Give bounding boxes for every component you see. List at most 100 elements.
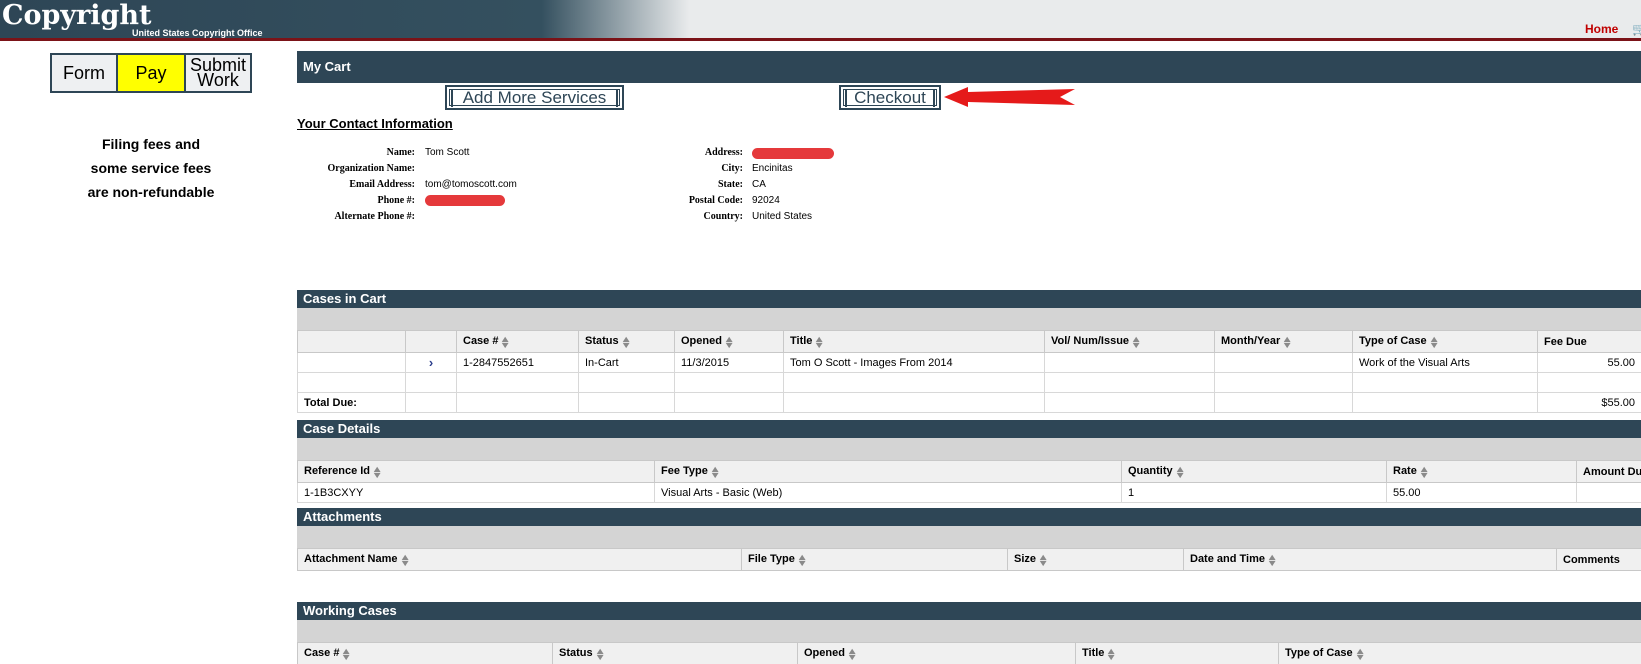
- empty-cell: [1044, 372, 1215, 393]
- sort-icon[interactable]: ▲ ▼: [1174, 464, 1187, 479]
- column-label: Rate: [1393, 465, 1417, 478]
- title-header[interactable]: Title ▲ ▼: [1075, 642, 1279, 664]
- column-label: Comments: [1563, 553, 1620, 566]
- title-header[interactable]: Title ▲ ▼: [783, 330, 1045, 353]
- case-details-toolbar: [297, 438, 1641, 460]
- copyright-logo[interactable]: Copyright: [2, 0, 152, 31]
- working-cases-table: Case # ▲ ▼ Status ▲ ▼ Opened ▲ ▼ Title ▲ ▼ Type …: [297, 642, 1641, 664]
- empty-cell: [1352, 372, 1538, 393]
- postal-code-label: Postal Code:: [688, 195, 743, 206]
- city-label: City:: [721, 163, 743, 174]
- home-link[interactable]: Home: [1585, 22, 1618, 36]
- fee-type-header[interactable]: Fee Type ▲ ▼: [654, 460, 1122, 483]
- copyright-office-label: United States Copyright Office: [132, 28, 263, 38]
- column-label: Opened: [804, 647, 845, 660]
- column-label: Type of Case: [1359, 335, 1427, 348]
- sort-icon[interactable]: ▲ ▼: [1282, 334, 1294, 349]
- fees-notice: Filing fees and some service fees are no…: [60, 132, 242, 204]
- alternate-phone-label: Alternate Phone #:: [334, 211, 415, 222]
- table-row: [297, 372, 1641, 393]
- empty-cell: [1214, 372, 1353, 393]
- quantity-header[interactable]: Quantity ▲ ▼: [1121, 460, 1387, 483]
- sort-icon[interactable]: ▲ ▼: [723, 334, 736, 349]
- fee-due-cell: 55.00: [1537, 352, 1641, 373]
- column-label: Date and Time: [1190, 553, 1265, 566]
- step-form[interactable]: Form: [52, 55, 118, 91]
- empty-cell: [297, 372, 406, 393]
- amount-due-cell: [1576, 482, 1641, 503]
- rate-header[interactable]: Rate ▲ ▼: [1386, 460, 1577, 483]
- empty-cell: [456, 392, 579, 413]
- row-select-cell[interactable]: [297, 352, 406, 373]
- sort-icon[interactable]: ▲ ▼: [1428, 334, 1441, 349]
- type-of-case-header[interactable]: Type of Case ▲ ▼: [1352, 330, 1538, 353]
- file-type-header[interactable]: File Type ▲ ▼: [741, 548, 1008, 571]
- empty-cell: [783, 372, 1045, 393]
- empty-cell: [674, 392, 784, 413]
- sort-icon[interactable]: ▲ ▼: [814, 334, 826, 349]
- chevron-right-icon[interactable]: ›: [429, 355, 433, 370]
- contact-info-title: Your Contact Information: [297, 116, 453, 131]
- fees-notice-line: some service fees: [90, 160, 212, 176]
- column-label: Fee Type: [661, 465, 708, 478]
- amount-due-header[interactable]: Amount Due: [1576, 460, 1641, 483]
- sort-icon[interactable]: ▲ ▼: [620, 334, 633, 349]
- size-header[interactable]: Size ▲ ▼: [1007, 548, 1184, 571]
- sort-icon[interactable]: ▲ ▼: [341, 646, 353, 661]
- fee-due-header[interactable]: Fee Due: [1537, 330, 1641, 353]
- fee-type-cell: Visual Arts - Basic (Web): [654, 482, 1122, 503]
- table-row[interactable]: › 1-2847552651 In-Cart 11/3/2015 Tom O S…: [297, 352, 1641, 373]
- sort-icon[interactable]: ▲ ▼: [1266, 552, 1279, 567]
- table-row[interactable]: 1-1B3CXYY Visual Arts - Basic (Web) 1 55…: [297, 482, 1641, 503]
- checkout-button[interactable]: Checkout: [839, 85, 941, 110]
- add-more-services-button[interactable]: Add More Services: [445, 85, 624, 110]
- attachment-name-header[interactable]: Attachment Name ▲ ▼: [297, 548, 742, 571]
- working-cases-header: Working Cases: [297, 602, 1641, 620]
- sort-icon[interactable]: ▲ ▼: [1418, 464, 1431, 479]
- reference-id-header[interactable]: Reference Id ▲ ▼: [297, 460, 655, 483]
- table-header-row: Attachment Name ▲ ▼ File Type ▲ ▼ Size ▲ ▼ Dat…: [297, 548, 1641, 571]
- sort-icon[interactable]: ▲ ▼: [709, 464, 722, 479]
- date-time-header[interactable]: Date and Time ▲ ▼: [1183, 548, 1557, 571]
- status-header[interactable]: Status ▲ ▼: [552, 642, 798, 664]
- empty-cell: [674, 372, 784, 393]
- column-label: Title: [1082, 647, 1105, 660]
- reference-id-cell: 1-1B3CXYY: [297, 482, 655, 503]
- state-value: CA: [752, 179, 766, 190]
- table-header-row: Reference Id ▲ ▼ Fee Type ▲ ▼ Quantity ▲ ▼ Rat…: [297, 460, 1641, 483]
- empty-cell: [783, 392, 1045, 413]
- sort-icon[interactable]: ▲ ▼: [1106, 646, 1118, 661]
- row-expand-cell[interactable]: ›: [405, 352, 457, 373]
- sort-icon[interactable]: ▲ ▼: [1130, 334, 1143, 349]
- case-number-header[interactable]: Case # ▲ ▼: [297, 642, 553, 664]
- opened-header[interactable]: Opened ▲ ▼: [674, 330, 784, 353]
- case-details-table: Reference Id ▲ ▼ Fee Type ▲ ▼ Quantity ▲ ▼ Rat…: [297, 460, 1641, 503]
- sort-icon[interactable]: ▲ ▼: [1354, 646, 1367, 661]
- my-cart-header: My Cart: [297, 51, 1641, 83]
- sort-icon[interactable]: ▲ ▼: [846, 646, 859, 661]
- postal-code-value: 92024: [752, 195, 780, 206]
- case-number-header[interactable]: Case # ▲ ▼: [456, 330, 579, 353]
- sort-icon[interactable]: ▲ ▼: [500, 334, 512, 349]
- empty-cell: [1044, 392, 1215, 413]
- empty-cell: [1352, 392, 1538, 413]
- empty-cell: [578, 372, 675, 393]
- type-of-case-header[interactable]: Type of Case ▲ ▼: [1278, 642, 1641, 664]
- column-label: Attachment Name: [304, 553, 398, 566]
- step-pay[interactable]: Pay: [118, 55, 186, 91]
- column-label: Reference Id: [304, 465, 371, 478]
- cases-in-cart-toolbar: [297, 308, 1641, 330]
- sort-icon[interactable]: ▲ ▼: [1037, 552, 1050, 567]
- sort-icon[interactable]: ▲ ▼: [594, 646, 607, 661]
- opened-header[interactable]: Opened ▲ ▼: [797, 642, 1076, 664]
- vol-num-issue-header[interactable]: Vol/ Num/Issue ▲ ▼: [1044, 330, 1215, 353]
- sort-icon[interactable]: ▲ ▼: [371, 464, 384, 479]
- month-year-cell: [1214, 352, 1353, 373]
- status-header[interactable]: Status ▲ ▼: [578, 330, 675, 353]
- cart-icon[interactable]: 🛒: [1632, 22, 1641, 36]
- step-submit-work[interactable]: Submit Work: [186, 55, 250, 91]
- month-year-header[interactable]: Month/Year ▲ ▼: [1214, 330, 1353, 353]
- sort-icon[interactable]: ▲ ▼: [399, 552, 412, 567]
- sort-icon[interactable]: ▲ ▼: [796, 552, 809, 567]
- comments-header[interactable]: Comments: [1556, 548, 1641, 571]
